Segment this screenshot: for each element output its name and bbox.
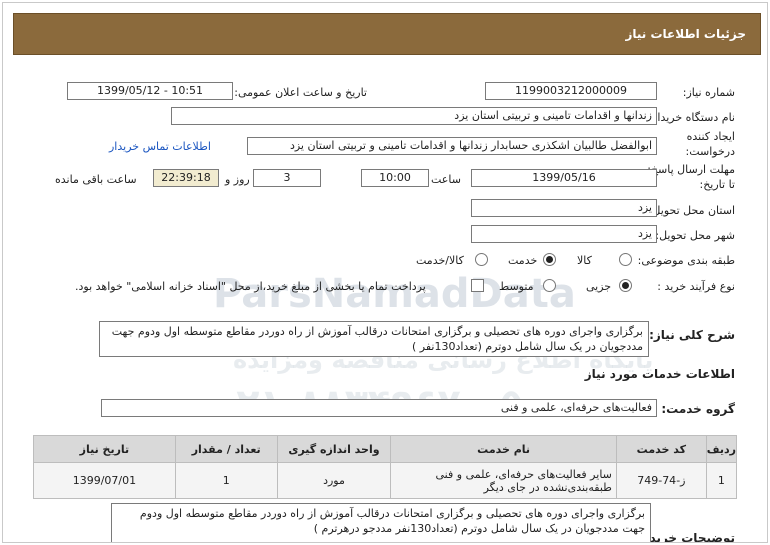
category-option-service: خدمت xyxy=(508,254,538,267)
need-number-field: 1199003212000009 xyxy=(485,82,657,100)
category-radio-goods[interactable] xyxy=(619,253,632,266)
col-qty: تعداد / مقدار xyxy=(174,435,278,463)
city-field: یزد xyxy=(471,225,657,243)
creator-label-text: ایجاد کننده درخواست: xyxy=(685,130,735,158)
deadline-label-text: مهلت ارسال پاسخ: تا تاریخ: xyxy=(647,163,735,191)
cell-date: 1399/07/01 xyxy=(33,462,176,499)
process-radio-medium[interactable] xyxy=(543,279,556,292)
watermark-site: ParsNamadData xyxy=(213,271,576,317)
page-title: جزئیات اطلاعات نیاز xyxy=(625,27,746,41)
cell-unit: مورد xyxy=(276,462,392,499)
category-option-goods: کالا xyxy=(577,254,592,267)
treasury-checkbox[interactable] xyxy=(471,279,484,292)
table-row: 1 ز-74-749 سایر فعالیت‌های حرفه‌ای، علمی… xyxy=(33,462,738,499)
service-group-field: فعالیت‌های حرفه‌ای، علمی و فنی xyxy=(101,399,657,417)
col-index: ردیف xyxy=(705,435,738,463)
process-label: نوع فرآیند خرید : xyxy=(657,280,735,293)
deadline-time-label: ساعت xyxy=(431,173,461,186)
creator-field: ابوالفضل طالبیان اشکذری حسابدار زندانها … xyxy=(247,137,657,155)
process-radio-minor[interactable] xyxy=(619,279,632,292)
announce-label: تاریخ و ساعت اعلان عمومی: xyxy=(234,86,367,99)
col-code: کد خدمت xyxy=(615,435,707,463)
service-group-label: گروه خدمت: xyxy=(661,402,735,416)
cell-qty: 1 xyxy=(174,462,278,499)
buyer-contact-link[interactable]: اطلاعات تماس خریدار xyxy=(109,140,211,153)
cell-index: 1 xyxy=(705,462,738,499)
need-number-label: شماره نیاز: xyxy=(682,86,735,99)
category-option-goods-service: کالا/خدمت xyxy=(416,254,464,267)
remaining-label: ساعت باقی مانده xyxy=(55,173,137,186)
province-field: یزد xyxy=(471,199,657,217)
process-option-medium: متوسط xyxy=(499,280,534,293)
deadline-date-field: 1399/05/16 xyxy=(471,169,657,187)
table-header-row: ردیف کد خدمت نام خدمت واحد اندازه گیری ت… xyxy=(33,435,738,463)
process-option-minor: جزیی xyxy=(586,280,612,293)
days-label: روز و xyxy=(225,173,250,186)
col-date: تاریخ نیاز xyxy=(33,435,176,463)
deadline-time-field: 10:00 xyxy=(361,169,429,187)
buyer-org-label: نام دستگاه خریدار: xyxy=(648,111,735,124)
page-frame: جزئیات اطلاعات نیاز ParsNamadData پایگاه… xyxy=(2,2,768,543)
deadline-label: مهلت ارسال پاسخ: تا تاریخ: xyxy=(645,162,735,192)
buyer-notes-field: برگزاری واجرای دوره های تحصیلی و برگزاری… xyxy=(111,503,651,542)
cell-code: ز-74-749 xyxy=(615,462,707,499)
payment-note: پرداخت تمام یا بخشی از مبلغ خرید،از محل … xyxy=(75,280,426,293)
page-header: جزئیات اطلاعات نیاز xyxy=(13,13,761,55)
days-field: 3 xyxy=(253,169,321,187)
col-name: نام خدمت xyxy=(390,435,617,463)
buyer-org-field: زندانها و اقدامات تامینی و تربیتی استان … xyxy=(171,107,657,125)
summary-field: برگزاری واجرای دوره های تحصیلی و برگزاری… xyxy=(99,321,649,357)
city-label: شهر محل تحویل: xyxy=(655,229,735,242)
services-table: ردیف کد خدمت نام خدمت واحد اندازه گیری ت… xyxy=(33,435,738,499)
category-radio-goods-service[interactable] xyxy=(475,253,488,266)
summary-label: شرح کلی نیاز: xyxy=(649,328,735,342)
category-label: طبقه بندی موضوعی: xyxy=(637,254,735,267)
category-radio-service[interactable] xyxy=(543,253,556,266)
province-label: استان محل تحویل: xyxy=(648,204,735,217)
announce-field: 1399/05/12 - 10:51 xyxy=(67,82,233,100)
remaining-time-field: 22:39:18 xyxy=(153,169,219,187)
services-section-title: اطلاعات خدمات مورد نیاز xyxy=(584,367,735,381)
creator-label: ایجاد کننده درخواست: xyxy=(645,129,735,159)
cell-name: سایر فعالیت‌های حرفه‌ای، علمی و فنی طبقه… xyxy=(390,462,617,499)
col-unit: واحد اندازه گیری xyxy=(276,435,392,463)
